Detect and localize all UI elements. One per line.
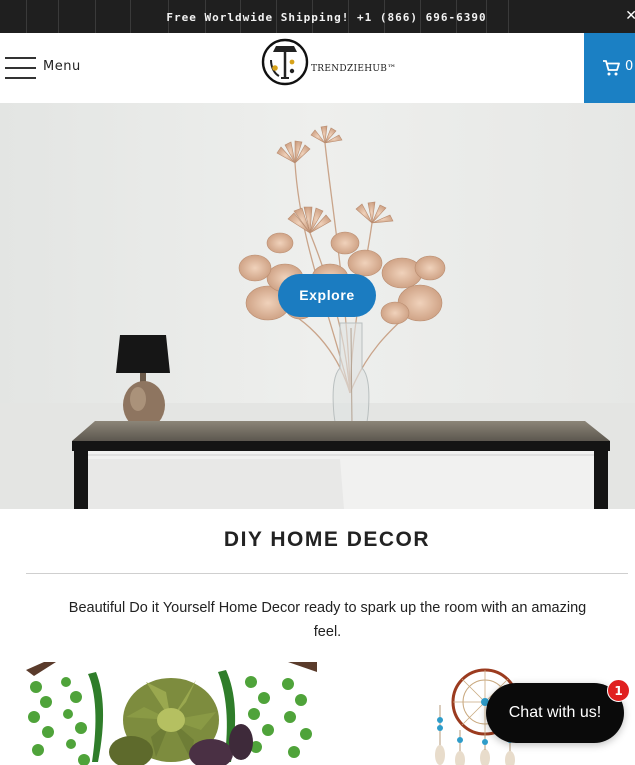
explore-button[interactable]: Explore (278, 274, 376, 317)
product-image-succulent[interactable] (26, 662, 317, 765)
hamburger-icon[interactable] (5, 57, 36, 79)
close-icon[interactable]: ✕ (625, 8, 635, 24)
section-divider (26, 573, 628, 574)
section-description: Beautiful Do it Yourself Home Decor read… (68, 600, 587, 640)
site-header: Menu TRENDZIEHUB™ 0 (0, 33, 635, 103)
announcement-text: Free Worldwide Shipping! +1 (866) 696-63… (166, 11, 487, 24)
cart-button[interactable]: 0 (584, 33, 635, 103)
logo-mark-icon (261, 38, 309, 86)
section-title: DIY HOME DECOR (223, 528, 431, 551)
logo[interactable]: TRENDZIEHUB™ (259, 38, 399, 90)
cart-count: 0 (625, 59, 634, 74)
announcement-bar: Free Worldwide Shipping! +1 (866) 696-63… (0, 0, 635, 33)
menu-button[interactable]: Menu (43, 59, 81, 74)
succulent-image (26, 662, 317, 765)
logo-text: TRENDZIEHUB™ (311, 64, 397, 74)
chat-button[interactable]: Chat with us! (486, 683, 624, 743)
hero-banner: Explore (0, 103, 635, 509)
cart-icon (603, 60, 620, 76)
chat-notification-badge: 1 (607, 679, 630, 702)
